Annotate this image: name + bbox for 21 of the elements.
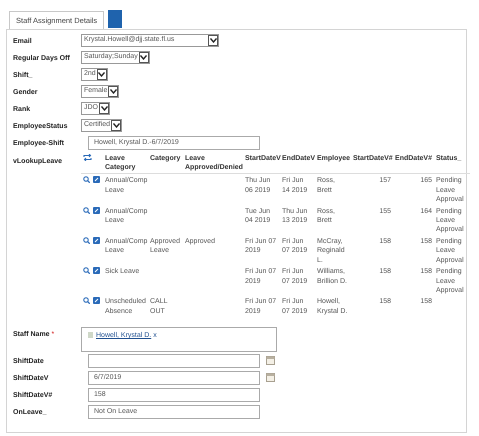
caret-icon	[98, 72, 106, 77]
caret-icon	[210, 38, 216, 43]
search-icon[interactable]	[83, 236, 90, 244]
date-field[interactable]	[88, 354, 260, 368]
caret-icon	[100, 106, 108, 111]
calendar-icon[interactable]	[266, 373, 275, 382]
edit-icon[interactable]	[93, 236, 100, 244]
search-icon[interactable]	[83, 176, 90, 184]
calendar-icon[interactable]	[266, 356, 275, 366]
caret-icon	[112, 123, 120, 128]
square-button[interactable]	[108, 10, 122, 28]
refresh-icon[interactable]	[83, 154, 92, 161]
edit-icon[interactable]	[93, 206, 100, 214]
caret-icon	[140, 55, 148, 60]
edit-icon[interactable]	[93, 176, 100, 184]
edit-icon[interactable]	[93, 297, 100, 304]
search-icon[interactable]	[83, 206, 90, 214]
search-icon[interactable]	[83, 297, 90, 304]
search-icon[interactable]	[83, 267, 90, 274]
caret-icon	[110, 89, 117, 94]
edit-icon[interactable]	[93, 267, 100, 274]
